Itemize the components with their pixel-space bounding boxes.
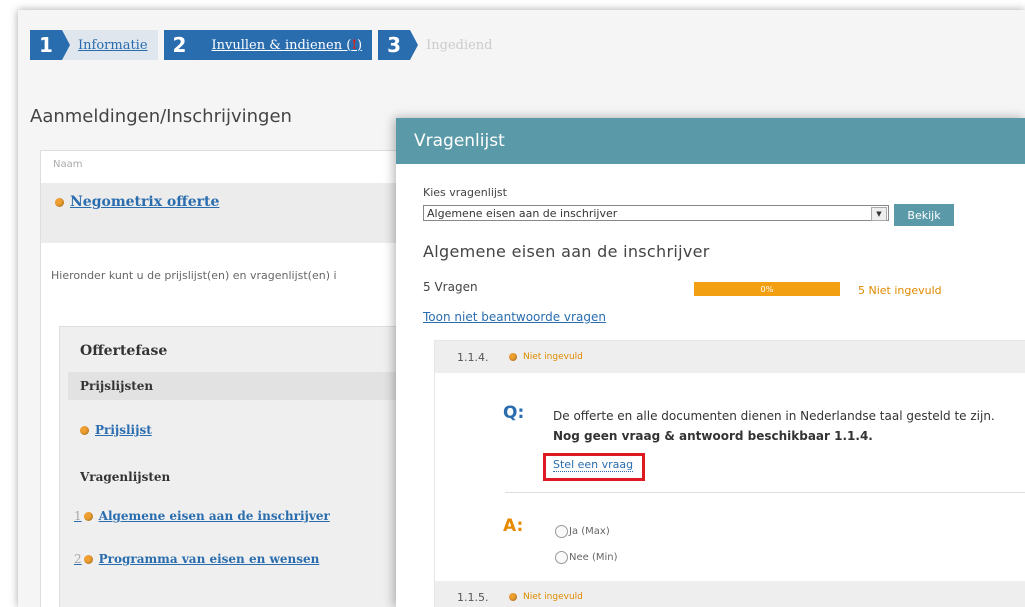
description-text: Hieronder kunt u de prijslijst(en) en vr… <box>51 269 337 282</box>
answer-option-no[interactable]: Nee (Min) <box>555 551 618 564</box>
step-wizard: 1 Informatie 2 Invullen & indienen (!) 3… <box>30 30 503 60</box>
question-text: De offerte en alle documenten dienen in … <box>553 409 995 423</box>
question-header: 1.1.4. Niet ingevuld <box>435 341 1025 373</box>
offer-title-link[interactable]: Negometrix offerte <box>55 194 219 210</box>
radio-button[interactable] <box>555 551 568 564</box>
questionnaires-header: Vragenlijsten <box>80 470 171 484</box>
questionnaire-number: 2 <box>74 552 82 566</box>
questionnaire-link-1[interactable]: 1 Algemene eisen aan de inschrijver <box>74 509 330 523</box>
question-list: 1.1.4. Niet ingevuld Q: De offerte en al… <box>434 340 1025 607</box>
question-marker: Q: <box>503 403 525 423</box>
offer-phase-box: Offertefase Prijslijsten Prijslijst Vrag… <box>59 326 421 607</box>
ask-question-link[interactable]: Stel een vraag <box>553 458 634 472</box>
divider <box>505 492 1025 493</box>
questionnaire-modal: Vragenlijst Kies vragenlijst Algemene ei… <box>396 118 1025 607</box>
question-number: 1.1.5. <box>457 590 489 604</box>
not-filled-count: 5 Niet ingevuld <box>858 284 942 297</box>
step-3-number: 3 <box>378 30 419 60</box>
step-2-suffix: ) <box>357 37 363 53</box>
questionnaire-number: 1 <box>74 509 82 523</box>
select-label: Kies vragenlijst <box>423 186 507 199</box>
radio-button[interactable] <box>555 525 568 538</box>
questionnaire-label: Algemene eisen aan de inschrijver <box>98 509 330 523</box>
option-label: Ja (Max) <box>569 526 610 537</box>
answer-marker: A: <box>503 516 524 536</box>
progress-bar: 0% <box>694 282 840 296</box>
step-2-label: Invullen & indienen ( <box>211 37 352 53</box>
status-dot-icon <box>509 353 517 361</box>
registrations-panel: Naam Negometrix offerte Hieronder kunt u… <box>40 150 421 607</box>
question-status: Niet ingevuld <box>509 352 583 362</box>
status-dot-icon <box>80 426 89 435</box>
step-2-link[interactable]: Invullen & indienen (!) <box>195 30 373 60</box>
questionnaire-select[interactable]: Algemene eisen aan de inschrijver ▼ <box>423 205 889 221</box>
step-1-link[interactable]: Informatie <box>62 30 158 60</box>
question-header: 1.1.5. Niet ingevuld <box>435 581 1025 607</box>
question-status: Niet ingevuld <box>509 592 583 602</box>
pricelists-header: Prijslijsten <box>68 372 420 400</box>
step-3-label: Ingediend <box>410 30 503 60</box>
phase-title: Offertefase <box>80 343 168 359</box>
answer-option-yes[interactable]: Ja (Max) <box>555 525 610 538</box>
dropdown-arrow-icon[interactable]: ▼ <box>871 207 887 221</box>
offer-title-text: Negometrix offerte <box>70 194 220 210</box>
question-count: 5 Vragen <box>423 280 478 294</box>
questionnaire-link-2[interactable]: 2 Programma van eisen en wensen <box>74 552 319 566</box>
qa-note: Nog geen vraag & antwoord beschikbaar 1.… <box>553 429 873 443</box>
step-1-number: 1 <box>30 30 70 60</box>
offer-row: Negometrix offerte <box>41 183 419 243</box>
status-dot-icon <box>83 512 93 521</box>
view-button[interactable]: Bekijk <box>894 204 954 226</box>
modal-title: Vragenlijst <box>396 118 1025 164</box>
status-text: Niet ingevuld <box>523 352 583 362</box>
status-dot-icon <box>55 197 64 207</box>
status-text: Niet ingevuld <box>523 592 583 602</box>
page-title: Aanmeldingen/Inschrijvingen <box>30 106 292 127</box>
show-unanswered-link[interactable]: Toon niet beantwoorde vragen <box>423 310 606 324</box>
column-header-name: Naam <box>53 159 83 170</box>
progress-text: 0% <box>760 284 774 294</box>
pricelist-link[interactable]: Prijslijst <box>80 423 152 437</box>
step-2-number: 2 <box>163 30 204 60</box>
question-number: 1.1.4. <box>457 350 489 364</box>
questionnaire-label: Programma van eisen en wensen <box>98 552 320 566</box>
app-frame: 1 Informatie 2 Invullen & indienen (!) 3… <box>18 10 1025 607</box>
status-dot-icon <box>509 593 517 601</box>
status-dot-icon <box>83 555 93 564</box>
pricelist-label: Prijslijst <box>95 423 152 437</box>
option-label: Nee (Min) <box>569 552 618 563</box>
questionnaire-title: Algemene eisen aan de inschrijver <box>423 242 710 261</box>
select-value: Algemene eisen aan de inschrijver <box>427 206 618 220</box>
